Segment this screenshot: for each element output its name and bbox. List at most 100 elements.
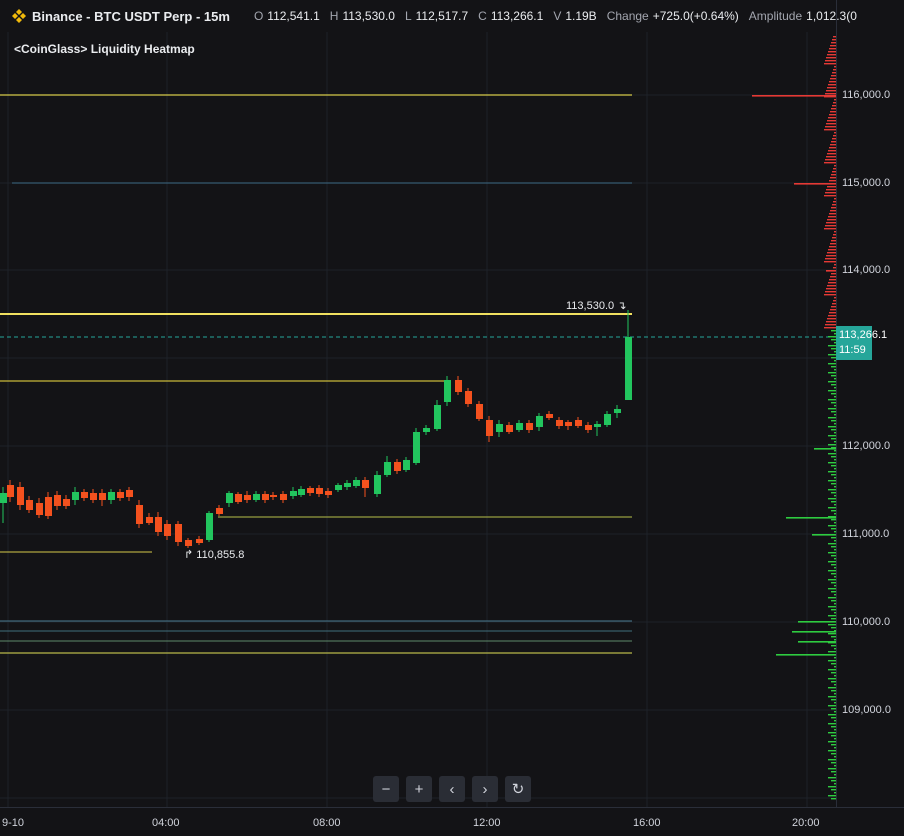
depth-bar xyxy=(828,471,836,473)
depth-bar xyxy=(828,777,836,779)
depth-bar xyxy=(828,489,836,491)
depth-bar xyxy=(828,606,836,608)
depth-bar xyxy=(829,81,836,83)
depth-bar xyxy=(828,336,836,338)
candle-body xyxy=(403,460,410,470)
depth-bar xyxy=(828,597,836,599)
candle-body xyxy=(506,425,513,432)
depth-bar xyxy=(828,705,836,707)
depth-bar xyxy=(828,216,836,218)
symbol-info-bar: Binance - BTC USDT Perp - 15m O 112,541.1… xyxy=(0,0,904,32)
low-value: 112,517.7 xyxy=(415,9,469,23)
depth-bar xyxy=(824,261,836,263)
depth-bar xyxy=(828,579,836,581)
high-label: H xyxy=(329,9,339,23)
candle-body xyxy=(335,485,342,490)
candle-body xyxy=(575,420,582,426)
candle-body xyxy=(496,424,503,432)
candle-body xyxy=(216,508,223,514)
candle-body xyxy=(546,414,553,418)
depth-bar xyxy=(828,615,836,617)
refresh-icon: ↻ xyxy=(511,781,525,798)
depth-bar xyxy=(827,153,836,155)
depth-bar-major xyxy=(798,641,836,643)
liquidity-levels xyxy=(0,94,836,654)
candle-body xyxy=(565,422,572,426)
candle-body xyxy=(7,485,14,497)
indicator-title[interactable]: <CoinGlass> Liquidity Heatmap xyxy=(14,42,195,56)
depth-bar xyxy=(828,768,836,770)
price-label: 111,000.0 xyxy=(842,528,890,540)
depth-bar xyxy=(829,312,836,314)
depth-bar xyxy=(828,732,836,734)
depth-bar xyxy=(826,57,836,59)
depth-bar xyxy=(827,87,836,89)
plus-icon: + xyxy=(414,780,424,798)
depth-bar xyxy=(828,624,836,626)
low-marker-value: 110,855.8 xyxy=(196,549,245,561)
zoom-out-button[interactable]: − xyxy=(373,776,399,802)
depth-bar xyxy=(828,345,836,347)
scroll-right-button[interactable]: › xyxy=(472,776,498,802)
depth-bar xyxy=(828,669,836,671)
zoom-in-button[interactable]: + xyxy=(406,776,432,802)
candle-body xyxy=(280,494,287,500)
depth-bar xyxy=(828,315,836,317)
order-depth-bars xyxy=(752,36,836,800)
depth-bar-major xyxy=(752,95,836,97)
depth-bar xyxy=(828,426,836,428)
close-label: C xyxy=(478,9,487,23)
price-axis[interactable] xyxy=(836,0,904,807)
depth-bar xyxy=(827,219,836,221)
candle-body xyxy=(316,488,323,494)
depth-bar xyxy=(825,324,836,326)
reset-chart-button[interactable]: ↻ xyxy=(505,776,531,802)
depth-bar xyxy=(828,570,836,572)
symbol-title[interactable]: Binance - BTC USDT Perp - 15m xyxy=(32,9,230,24)
bar-countdown: 11:59 xyxy=(839,344,866,356)
depth-bar xyxy=(828,498,836,500)
depth-bar xyxy=(828,480,836,482)
depth-bar xyxy=(828,249,836,251)
open-label: O xyxy=(253,9,264,23)
depth-bar xyxy=(828,453,836,455)
depth-bar xyxy=(824,294,836,296)
candle-body xyxy=(164,524,171,536)
candle-body xyxy=(594,424,601,427)
depth-bar xyxy=(828,633,836,635)
depth-bar xyxy=(826,222,836,224)
depth-bar xyxy=(828,696,836,698)
chart-canvas[interactable] xyxy=(0,0,836,807)
high-value: 113,530.0 xyxy=(342,9,395,23)
candle-body xyxy=(444,380,451,402)
candle-body xyxy=(72,492,79,500)
candle-body xyxy=(206,513,213,540)
depth-bar xyxy=(824,195,836,197)
candle-body xyxy=(99,493,106,500)
amplitude-label: Amplitude xyxy=(748,9,803,23)
depth-bar xyxy=(827,120,836,122)
candle-body xyxy=(235,494,242,502)
grid xyxy=(0,32,836,807)
candle-body xyxy=(108,492,115,500)
depth-bar xyxy=(824,63,836,65)
depth-bar-major xyxy=(814,448,836,450)
depth-bar xyxy=(828,795,836,797)
depth-bar xyxy=(828,372,836,374)
candle-body xyxy=(526,423,533,430)
high-marker-value: 113,530.0 xyxy=(566,300,615,312)
depth-bar xyxy=(827,285,836,287)
candle-body xyxy=(344,483,351,487)
depth-bar xyxy=(828,390,836,392)
time-axis[interactable] xyxy=(0,807,904,836)
depth-bar xyxy=(828,381,836,383)
depth-bar-major xyxy=(798,621,836,623)
depth-bar xyxy=(828,678,836,680)
depth-bar xyxy=(828,651,836,653)
scroll-left-button[interactable]: ‹ xyxy=(439,776,465,802)
candle-body xyxy=(270,495,277,497)
depth-bar xyxy=(825,225,836,227)
candle-body xyxy=(384,462,391,475)
arrow-up-icon: ↱ xyxy=(184,549,194,561)
depth-bar xyxy=(828,51,836,53)
